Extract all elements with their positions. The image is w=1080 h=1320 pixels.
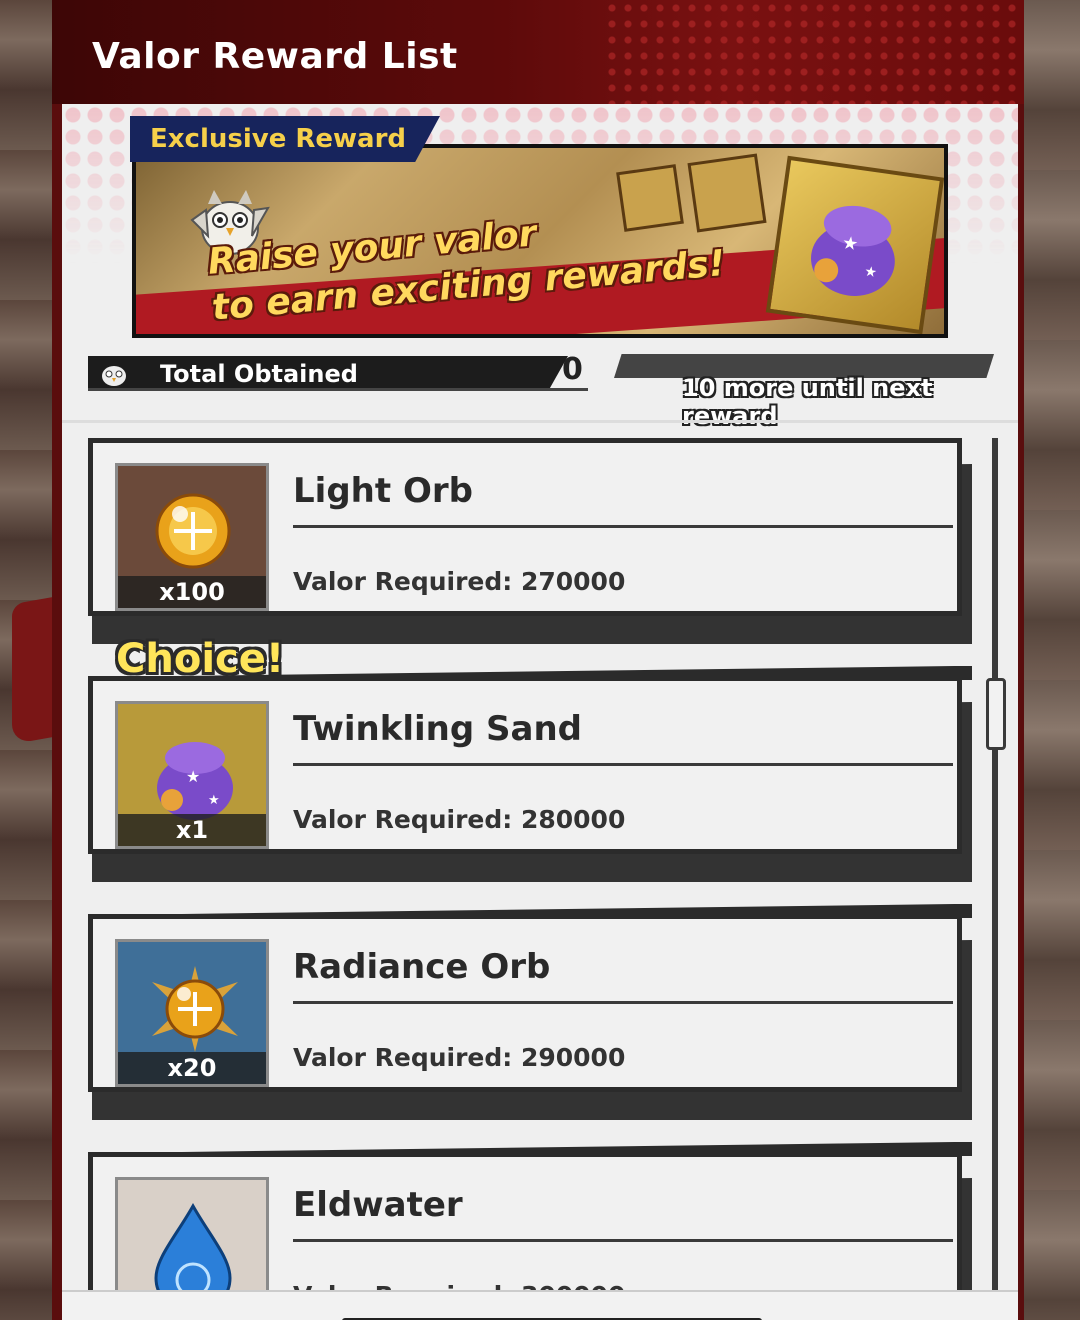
total-obtained-bar: Total Obtained [88,356,568,390]
exclusive-reward-banner[interactable]: Raise your valor to earn exciting reward… [130,116,948,338]
reward-item[interactable]: x20 Radiance Orb Valor Required: 290000 [88,904,972,1120]
item-valor-required: Valor Required: 270000 [293,567,626,596]
total-obtained-value: 0 [562,352,583,387]
twinkling-sand-icon: ★ ★ [765,155,944,334]
svg-text:★: ★ [186,767,200,786]
accessory-icon [687,153,767,233]
item-quantity: x100 [118,576,266,608]
header-pattern [604,0,1024,104]
item-name: Radiance Orb [293,947,551,987]
card-body: Eldwater Valor Required: 300000 [88,1152,962,1290]
reward-panel: Valor Reward List Raise your valor to ea… [52,0,1024,1320]
item-name: Light Orb [293,471,473,511]
light-orb-icon [155,493,231,569]
radiance-orb-thumb: x20 [115,939,269,1087]
svg-text:★: ★ [208,793,220,808]
reward-item[interactable]: x100 Light Orb Valor Required: 270000 [88,438,972,644]
scrollbar-thumb[interactable] [986,678,1006,750]
banner-tag-label: Exclusive Reward [150,124,407,154]
twinkling-sand-icon: ★ ★ [157,742,233,820]
eldwater-icon [154,1202,232,1290]
background-right [1018,0,1080,1320]
banner-tag: Exclusive Reward [130,116,440,162]
card-body: ★ ★ x1 Twinkling Sand Valor Required: 28… [88,676,962,854]
choice-badge: Choice! [116,636,285,682]
item-valor-required: Valor Required: 290000 [293,1043,626,1072]
eldwater-thumb [115,1177,269,1290]
owl-mini-icon [102,366,126,386]
card-body: x20 Radiance Orb Valor Required: 290000 [88,914,962,1092]
item-separator [293,1001,953,1004]
list-scrollbar[interactable] [986,438,1006,1294]
radiance-orb-icon [152,966,238,1052]
banner-image: Raise your valor to earn exciting reward… [136,148,944,334]
bottom-bar [62,1290,1018,1320]
item-name: Eldwater [293,1185,463,1225]
item-valor-required: Valor Required: 300000 [293,1281,625,1290]
ticket-icon [616,164,684,232]
twinkling-sand-thumb: ★ ★ x1 [115,701,269,849]
item-name: Twinkling Sand [293,709,582,749]
item-quantity: x20 [118,1052,266,1084]
total-obtained-label: Total Obtained [160,360,358,388]
reward-list[interactable]: x100 Light Orb Valor Required: 270000 ★ … [62,426,1018,1290]
total-underline [88,388,588,391]
svg-text:★: ★ [841,232,860,255]
item-valor-required: Valor Required: 280000 [293,805,626,834]
svg-text:★: ★ [863,264,878,282]
reward-item[interactable]: ★ ★ x1 Twinkling Sand Valor Required: 28… [88,636,972,882]
item-separator [293,763,953,766]
item-quantity: x1 [118,814,266,846]
light-orb-thumb: x100 [115,463,269,611]
sand-bag-icon: ★ ★ [811,205,895,296]
card-body: x100 Light Orb Valor Required: 270000 [88,438,962,616]
panel-header: Valor Reward List [52,0,1024,104]
section-divider [62,420,1018,423]
item-separator [293,1239,953,1242]
page-title: Valor Reward List [92,36,458,77]
reward-item[interactable]: Eldwater Valor Required: 300000 [88,1142,972,1290]
item-separator [293,525,953,528]
panel-content: Raise your valor to earn exciting reward… [62,104,1018,1320]
